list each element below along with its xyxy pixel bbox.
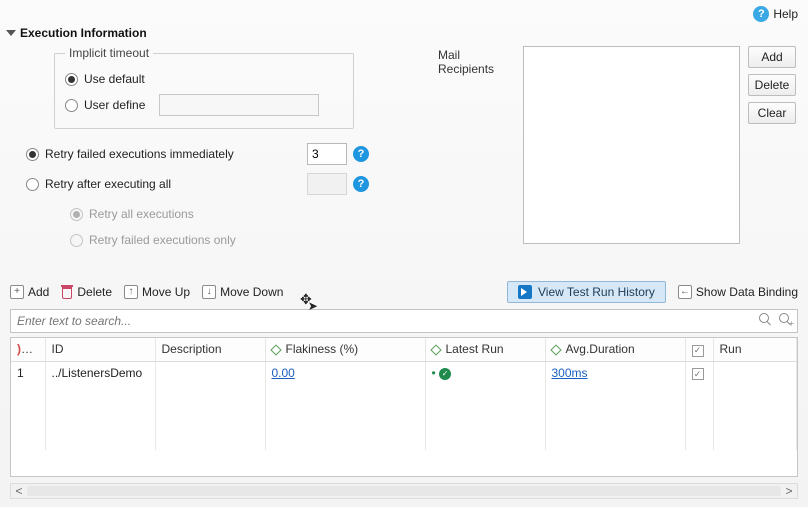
implicit-timeout-legend: Implicit timeout: [65, 46, 153, 60]
scroll-right-icon[interactable]: >: [783, 484, 795, 498]
search-input[interactable]: [10, 309, 798, 333]
run-all-checkbox[interactable]: [692, 345, 704, 357]
radio-user-define[interactable]: [65, 99, 78, 112]
scroll-left-icon[interactable]: <: [13, 484, 25, 498]
arrow-down-icon: [202, 285, 216, 299]
col-avg[interactable]: Avg.Duration: [566, 342, 635, 356]
diamond-icon: [270, 344, 281, 355]
info-icon[interactable]: ?: [353, 146, 369, 162]
test-run-table: )No. ID Description Flakiness (%) Latest…: [10, 337, 798, 477]
show-data-binding-button[interactable]: Show Data Binding: [678, 285, 798, 299]
add-label: Add: [28, 285, 49, 299]
retry-after-all-input: [307, 173, 347, 195]
mail-clear-button[interactable]: Clear: [748, 102, 796, 124]
mail-recipients-box[interactable]: [523, 46, 740, 244]
mail-recipients-label: Mail Recipients: [438, 46, 515, 255]
run-row-checkbox[interactable]: [692, 368, 704, 380]
radio-retry-after-all[interactable]: [26, 178, 39, 191]
play-history-icon: [518, 285, 532, 299]
advanced-search-icon[interactable]: +: [778, 312, 792, 326]
delete-button[interactable]: Delete: [61, 285, 112, 299]
arrow-left-icon: [678, 285, 692, 299]
drag-handle-icon: ): [17, 342, 21, 356]
mail-delete-button[interactable]: Delete: [748, 74, 796, 96]
table-row: [11, 384, 797, 406]
section-header[interactable]: Execution Information: [0, 24, 808, 42]
delete-label: Delete: [77, 285, 112, 299]
help-icon: ?: [753, 6, 769, 22]
help-link[interactable]: ? Help: [753, 6, 798, 22]
user-define-input[interactable]: [159, 94, 319, 116]
search-icon[interactable]: [758, 312, 772, 326]
col-desc[interactable]: Description: [155, 338, 265, 361]
cell-desc: [155, 361, 265, 384]
view-test-run-history-button[interactable]: View Test Run History: [507, 281, 666, 303]
label-use-default: Use default: [84, 72, 145, 86]
view-history-label: View Test Run History: [538, 285, 655, 299]
col-latest[interactable]: Latest Run: [446, 342, 504, 356]
arrow-up-icon: [124, 285, 138, 299]
diamond-icon: [550, 344, 561, 355]
plus-icon: [10, 285, 24, 299]
show-binding-label: Show Data Binding: [696, 285, 798, 299]
cell-id: ../ListenersDemo: [45, 361, 155, 384]
label-retry-failed-only: Retry failed executions only: [89, 233, 236, 247]
radio-retry-all: [70, 208, 83, 221]
collapse-icon: [6, 30, 16, 36]
radio-retry-failed-only: [70, 234, 83, 247]
add-button[interactable]: Add: [10, 285, 49, 299]
status-pass-icon: ✓: [439, 368, 451, 380]
col-flakiness[interactable]: Flakiness (%): [286, 342, 359, 356]
table-row: [11, 406, 797, 428]
trash-icon: [61, 285, 73, 299]
avg-duration-link[interactable]: 300ms: [552, 366, 588, 380]
mail-add-button[interactable]: Add: [748, 46, 796, 68]
label-retry-all: Retry all executions: [89, 207, 194, 221]
radio-retry-immediate[interactable]: [26, 148, 39, 161]
radio-use-default[interactable]: [65, 73, 78, 86]
cell-no: 1: [11, 361, 45, 384]
horizontal-scrollbar[interactable]: < >: [10, 483, 798, 499]
move-down-label: Move Down: [220, 285, 283, 299]
info-icon[interactable]: ?: [353, 176, 369, 192]
move-up-label: Move Up: [142, 285, 190, 299]
move-down-button[interactable]: Move Down: [202, 285, 283, 299]
table-row[interactable]: 1 ../ListenersDemo 0.00 • ✓ 300ms: [11, 361, 797, 384]
help-label: Help: [773, 7, 798, 21]
diamond-icon: [430, 344, 441, 355]
move-up-button[interactable]: Move Up: [124, 285, 190, 299]
label-retry-after-all: Retry after executing all: [45, 177, 301, 191]
table-row: [11, 428, 797, 450]
scroll-track[interactable]: [27, 486, 781, 496]
retry-immediate-input[interactable]: [307, 143, 347, 165]
implicit-timeout-group: Implicit timeout Use default User define: [54, 46, 354, 129]
table-header-row: )No. ID Description Flakiness (%) Latest…: [11, 338, 797, 361]
col-run[interactable]: Run: [713, 338, 797, 361]
label-retry-immediate: Retry failed executions immediately: [45, 147, 301, 161]
flakiness-link[interactable]: 0.00: [272, 366, 295, 380]
col-id[interactable]: ID: [45, 338, 155, 361]
section-title: Execution Information: [20, 26, 147, 40]
label-user-define: User define: [84, 98, 145, 112]
